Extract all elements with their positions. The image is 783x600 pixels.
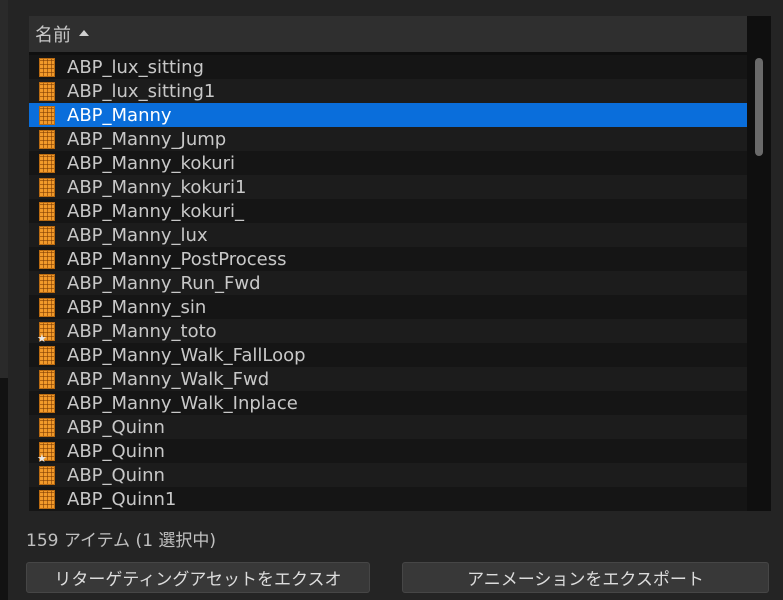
list-item[interactable]: ABP_Quinn1 [29, 487, 747, 511]
animation-blueprint-icon [39, 177, 55, 197]
animation-blueprint-icon [39, 225, 55, 245]
scrollbar-thumb[interactable] [755, 58, 763, 156]
list-item-label: ABP_Manny_kokuri_ [67, 200, 245, 222]
list-item[interactable]: ABP_lux_sitting1 [29, 79, 747, 103]
animation-blueprint-icon [39, 369, 55, 389]
list-item-label: ABP_Quinn [67, 464, 165, 486]
list-item-label: ABP_Manny_toto [67, 320, 217, 342]
list-item-label: ABP_Manny_Run_Fwd [67, 272, 261, 294]
animation-blueprint-icon: ★ [37, 321, 55, 345]
list-item-label: ABP_Manny_sin [67, 296, 207, 318]
animation-blueprint-icon [39, 345, 55, 365]
background-window-edge [0, 0, 8, 600]
list-item-label: ABP_Quinn [67, 416, 165, 438]
list-item[interactable]: ABP_Manny_Run_Fwd [29, 271, 747, 295]
list-item-label: ABP_Manny_lux [67, 224, 208, 246]
list-item[interactable]: ABP_Manny_kokuri [29, 151, 747, 175]
animation-blueprint-icon [39, 129, 55, 149]
list-item-label: ABP_lux_sitting [67, 56, 204, 78]
list-item[interactable]: ABP_Manny_kokuri1 [29, 175, 747, 199]
list-item[interactable]: ABP_Quinn [29, 463, 747, 487]
list-item[interactable]: ABP_Manny_Jump [29, 127, 747, 151]
export-animation-button[interactable]: アニメーションをエクスポート [402, 562, 769, 593]
animation-blueprint-icon [39, 489, 55, 509]
dialog-root: 名前 ABP_lux_sitting ABP_lux_sitting1 ABP_Ma… [0, 0, 783, 600]
list-item-label: ABP_Manny_PostProcess [67, 248, 287, 270]
list-item[interactable]: ABP_Manny_PostProcess [29, 247, 747, 271]
list-item[interactable]: ABP_Manny_sin [29, 295, 747, 319]
animation-blueprint-icon [39, 249, 55, 269]
list-item-label: ABP_Manny_Jump [67, 128, 227, 150]
list-item-label: ABP_lux_sitting1 [67, 80, 216, 102]
star-icon: ★ [37, 331, 47, 345]
asset-list: 名前 ABP_lux_sitting ABP_lux_sitting1 ABP_Ma… [29, 16, 771, 511]
list-item[interactable]: ★ ABP_Quinn [29, 439, 747, 465]
list-item[interactable]: ABP_Manny_Walk_Fwd [29, 367, 747, 391]
sort-ascending-icon [79, 30, 89, 36]
list-item[interactable]: ABP_Quinn [29, 415, 747, 439]
list-item[interactable]: ABP_Manny_lux [29, 223, 747, 247]
list-item-label: ABP_Quinn1 [67, 488, 177, 510]
list-item-label: ABP_Manny_Walk_Inplace [67, 392, 298, 414]
list-item[interactable]: ABP_lux_sitting [29, 55, 747, 79]
animation-blueprint-icon [39, 273, 55, 293]
animation-blueprint-icon [39, 81, 55, 101]
export-retarget-assets-button[interactable]: リターゲティングアセットをエクスオ [26, 562, 370, 593]
animation-blueprint-icon: ★ [37, 441, 55, 465]
list-item-label: ABP_Quinn [67, 440, 165, 462]
animation-blueprint-icon [39, 393, 55, 413]
list-item-label: ABP_Manny_Walk_Fwd [67, 368, 270, 390]
list-item-label: ABP_Manny_Walk_FallLoop [67, 344, 306, 366]
list-item-label: ABP_Manny_kokuri [67, 152, 236, 174]
list-item[interactable]: ABP_Manny_Walk_FallLoop [29, 343, 747, 367]
animation-blueprint-icon [39, 105, 55, 125]
list-item[interactable]: ABP_Manny_Walk_Inplace [29, 391, 747, 415]
list-item-label: ABP_Manny [67, 104, 172, 126]
star-icon: ★ [37, 451, 47, 465]
column-header-label: 名前 [35, 25, 71, 46]
animation-blueprint-icon [39, 201, 55, 221]
asset-list-rows: ABP_lux_sitting ABP_lux_sitting1 ABP_Manny… [29, 55, 747, 511]
list-item[interactable]: ABP_Manny_kokuri_ [29, 199, 747, 223]
animation-blueprint-icon [39, 417, 55, 437]
animation-blueprint-icon [39, 153, 55, 173]
animation-blueprint-icon [39, 57, 55, 77]
column-header-name[interactable]: 名前 [29, 16, 747, 52]
asset-picker-panel: 名前 ABP_lux_sitting ABP_lux_sitting1 ABP_Ma… [8, 0, 783, 600]
list-item[interactable]: ABP_Manny [29, 103, 747, 127]
list-item-label: ABP_Manny_kokuri1 [67, 176, 247, 198]
animation-blueprint-icon [39, 465, 55, 485]
list-item[interactable]: ★ ABP_Manny_toto [29, 319, 747, 345]
vertical-scrollbar[interactable] [747, 16, 771, 511]
animation-blueprint-icon [39, 297, 55, 317]
selection-status: 159 アイテム (1 選択中) [26, 531, 217, 551]
background-window-shade [0, 378, 8, 600]
